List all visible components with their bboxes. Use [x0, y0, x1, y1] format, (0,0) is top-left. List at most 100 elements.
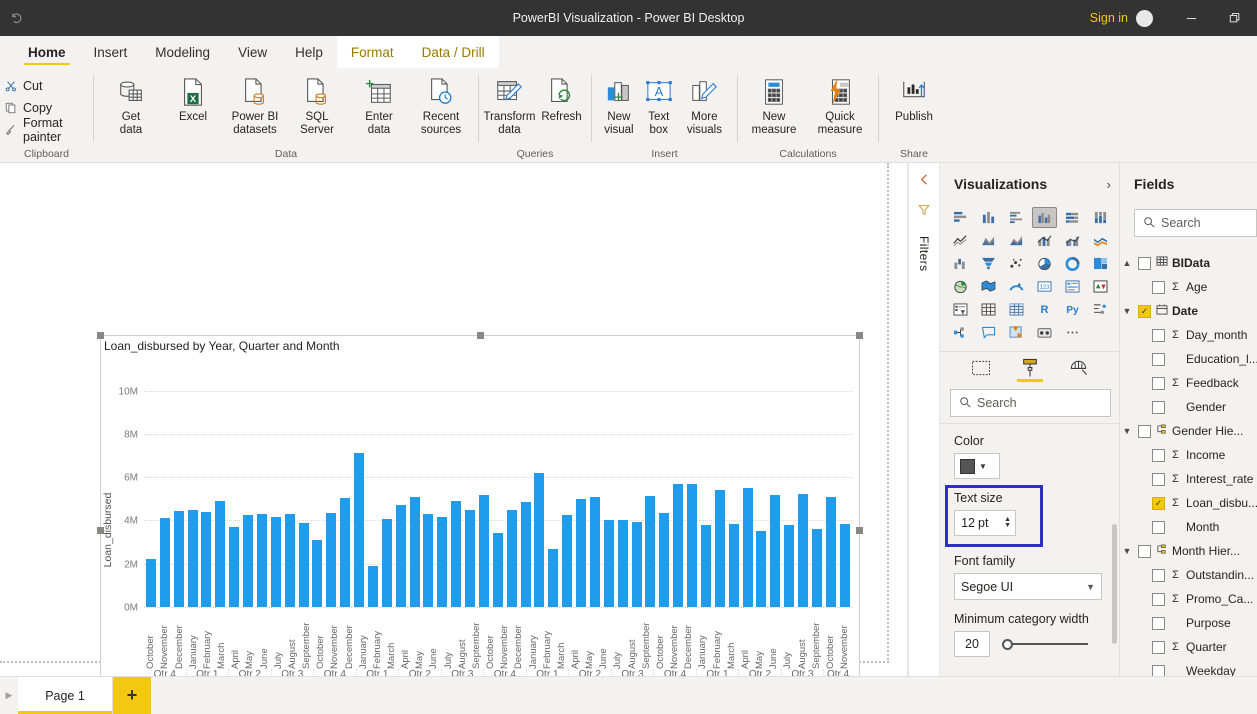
- recent-sources-button[interactable]: Recent sources: [411, 73, 471, 137]
- bar-cell[interactable]: [408, 369, 422, 607]
- fields-pane-tab[interactable]: [971, 352, 991, 384]
- bar-cell[interactable]: [213, 369, 227, 607]
- chevron-down-icon[interactable]: ▼: [1086, 582, 1095, 592]
- waterfall-chart-icon[interactable]: [948, 253, 974, 274]
- field-row[interactable]: Σ Outstandin...: [1120, 563, 1257, 587]
- min-category-width-value[interactable]: 20: [954, 631, 990, 657]
- field-checkbox[interactable]: [1152, 448, 1165, 462]
- field-checkbox[interactable]: [1152, 472, 1165, 486]
- kpi-icon[interactable]: [1087, 276, 1113, 297]
- bar-cell[interactable]: [533, 369, 547, 607]
- bar[interactable]: [465, 509, 476, 607]
- bar[interactable]: [742, 488, 753, 607]
- bar[interactable]: [298, 522, 309, 607]
- sign-in-button[interactable]: Sign in: [1082, 11, 1136, 25]
- page-tab-page-1[interactable]: Page 1: [18, 677, 113, 714]
- bar-cell[interactable]: [186, 369, 200, 607]
- bar-cell[interactable]: [630, 369, 644, 607]
- field-row[interactable]: ▼ Date: [1120, 299, 1257, 323]
- bar[interactable]: [659, 513, 670, 607]
- resize-handle-tl[interactable]: [97, 332, 104, 339]
- field-checkbox[interactable]: [1138, 544, 1151, 558]
- bar[interactable]: [673, 483, 684, 607]
- enter-data-button[interactable]: Enter data: [349, 73, 409, 137]
- bar[interactable]: [576, 498, 587, 607]
- scatter-chart-icon[interactable]: [1004, 253, 1030, 274]
- new-measure-button[interactable]: New measure: [743, 73, 805, 137]
- bar-cell[interactable]: [713, 369, 727, 607]
- table-icon[interactable]: [976, 299, 1002, 320]
- bar-cell[interactable]: [657, 369, 671, 607]
- text-size-value[interactable]: 12: [959, 516, 975, 530]
- bar-cell[interactable]: [255, 369, 269, 607]
- bar-cell[interactable]: [519, 369, 533, 607]
- bar[interactable]: [354, 453, 365, 607]
- format-search-input[interactable]: Search: [950, 389, 1111, 417]
- bar-cell[interactable]: [394, 369, 408, 607]
- bar-cell[interactable]: [324, 369, 338, 607]
- qa-visual-icon[interactable]: [976, 322, 1002, 343]
- field-row[interactable]: Σ Quarter: [1120, 635, 1257, 659]
- field-checkbox[interactable]: [1152, 520, 1165, 534]
- bar-cell[interactable]: [200, 369, 214, 607]
- quick-measure-button[interactable]: Quick measure: [807, 73, 873, 137]
- field-checkbox[interactable]: [1152, 328, 1165, 342]
- 100-stacked-column-chart-icon[interactable]: [1087, 207, 1113, 228]
- bar-cell[interactable]: [227, 369, 241, 607]
- filter-funnel-icon[interactable]: [917, 203, 931, 222]
- bar[interactable]: [825, 496, 836, 607]
- ribbon-chart-icon[interactable]: [1087, 230, 1113, 251]
- clustered-column-chart-icon[interactable]: [1031, 207, 1058, 228]
- bar[interactable]: [784, 524, 795, 607]
- tab-home[interactable]: Home: [14, 36, 80, 68]
- undo-icon[interactable]: [0, 0, 34, 36]
- sql-server-button[interactable]: SQL Server: [287, 73, 347, 137]
- color-picker[interactable]: ▼: [954, 453, 1000, 479]
- clustered-bar-chart-icon[interactable]: [1004, 207, 1030, 228]
- field-row[interactable]: ▼ Gender Hie...: [1120, 419, 1257, 443]
- more-visuals-button[interactable]: More visuals: [678, 73, 731, 137]
- stacked-bar-chart-icon[interactable]: [948, 207, 974, 228]
- bar[interactable]: [409, 497, 420, 607]
- r-script-visual-icon[interactable]: R: [1032, 299, 1058, 320]
- format-painter-button[interactable]: Format painter: [2, 116, 93, 144]
- field-checkbox[interactable]: [1152, 376, 1165, 390]
- bar-cell[interactable]: [699, 369, 713, 607]
- bar-cell[interactable]: [491, 369, 505, 607]
- bar[interactable]: [201, 511, 212, 607]
- bar[interactable]: [340, 497, 351, 607]
- slider-knob[interactable]: [1002, 638, 1013, 650]
- slicer-icon[interactable]: [948, 299, 974, 320]
- bar-cell[interactable]: [172, 369, 186, 607]
- bar[interactable]: [256, 514, 267, 607]
- bar-cell[interactable]: [435, 369, 449, 607]
- publish-button[interactable]: Publish: [885, 73, 943, 124]
- field-checkbox[interactable]: [1152, 280, 1165, 294]
- cut-button[interactable]: Cut: [2, 75, 93, 97]
- bar-cell[interactable]: [824, 369, 838, 607]
- tab-help[interactable]: Help: [281, 36, 337, 68]
- field-row[interactable]: Purpose: [1120, 611, 1257, 635]
- bar-cell[interactable]: [311, 369, 325, 607]
- bar-cell[interactable]: [574, 369, 588, 607]
- bar[interactable]: [437, 517, 448, 607]
- page-nav-right-icon[interactable]: ▶: [0, 677, 18, 714]
- get-data-button[interactable]: Get data: [101, 73, 161, 137]
- bar-series[interactable]: [144, 369, 852, 607]
- matrix-icon[interactable]: [1004, 299, 1030, 320]
- treemap-icon[interactable]: [1087, 253, 1113, 274]
- bar[interactable]: [145, 559, 156, 607]
- paginated-report-icon[interactable]: [1032, 322, 1058, 343]
- bar[interactable]: [215, 500, 226, 607]
- bar-chart-visual[interactable]: Loan_disbursed by Year, Quarter and Mont…: [97, 332, 863, 676]
- expand-chevron-icon[interactable]: ▼: [1120, 546, 1134, 556]
- bar[interactable]: [756, 531, 767, 607]
- bar-cell[interactable]: [560, 369, 574, 607]
- bar[interactable]: [811, 528, 822, 607]
- bar-cell[interactable]: [241, 369, 255, 607]
- field-checkbox[interactable]: [1152, 640, 1165, 654]
- new-visual-button[interactable]: New visual: [598, 73, 640, 137]
- stacked-area-chart-icon[interactable]: [1004, 230, 1030, 251]
- funnel-chart-icon[interactable]: [976, 253, 1002, 274]
- font-family-select[interactable]: Segoe UI ▼: [954, 573, 1102, 600]
